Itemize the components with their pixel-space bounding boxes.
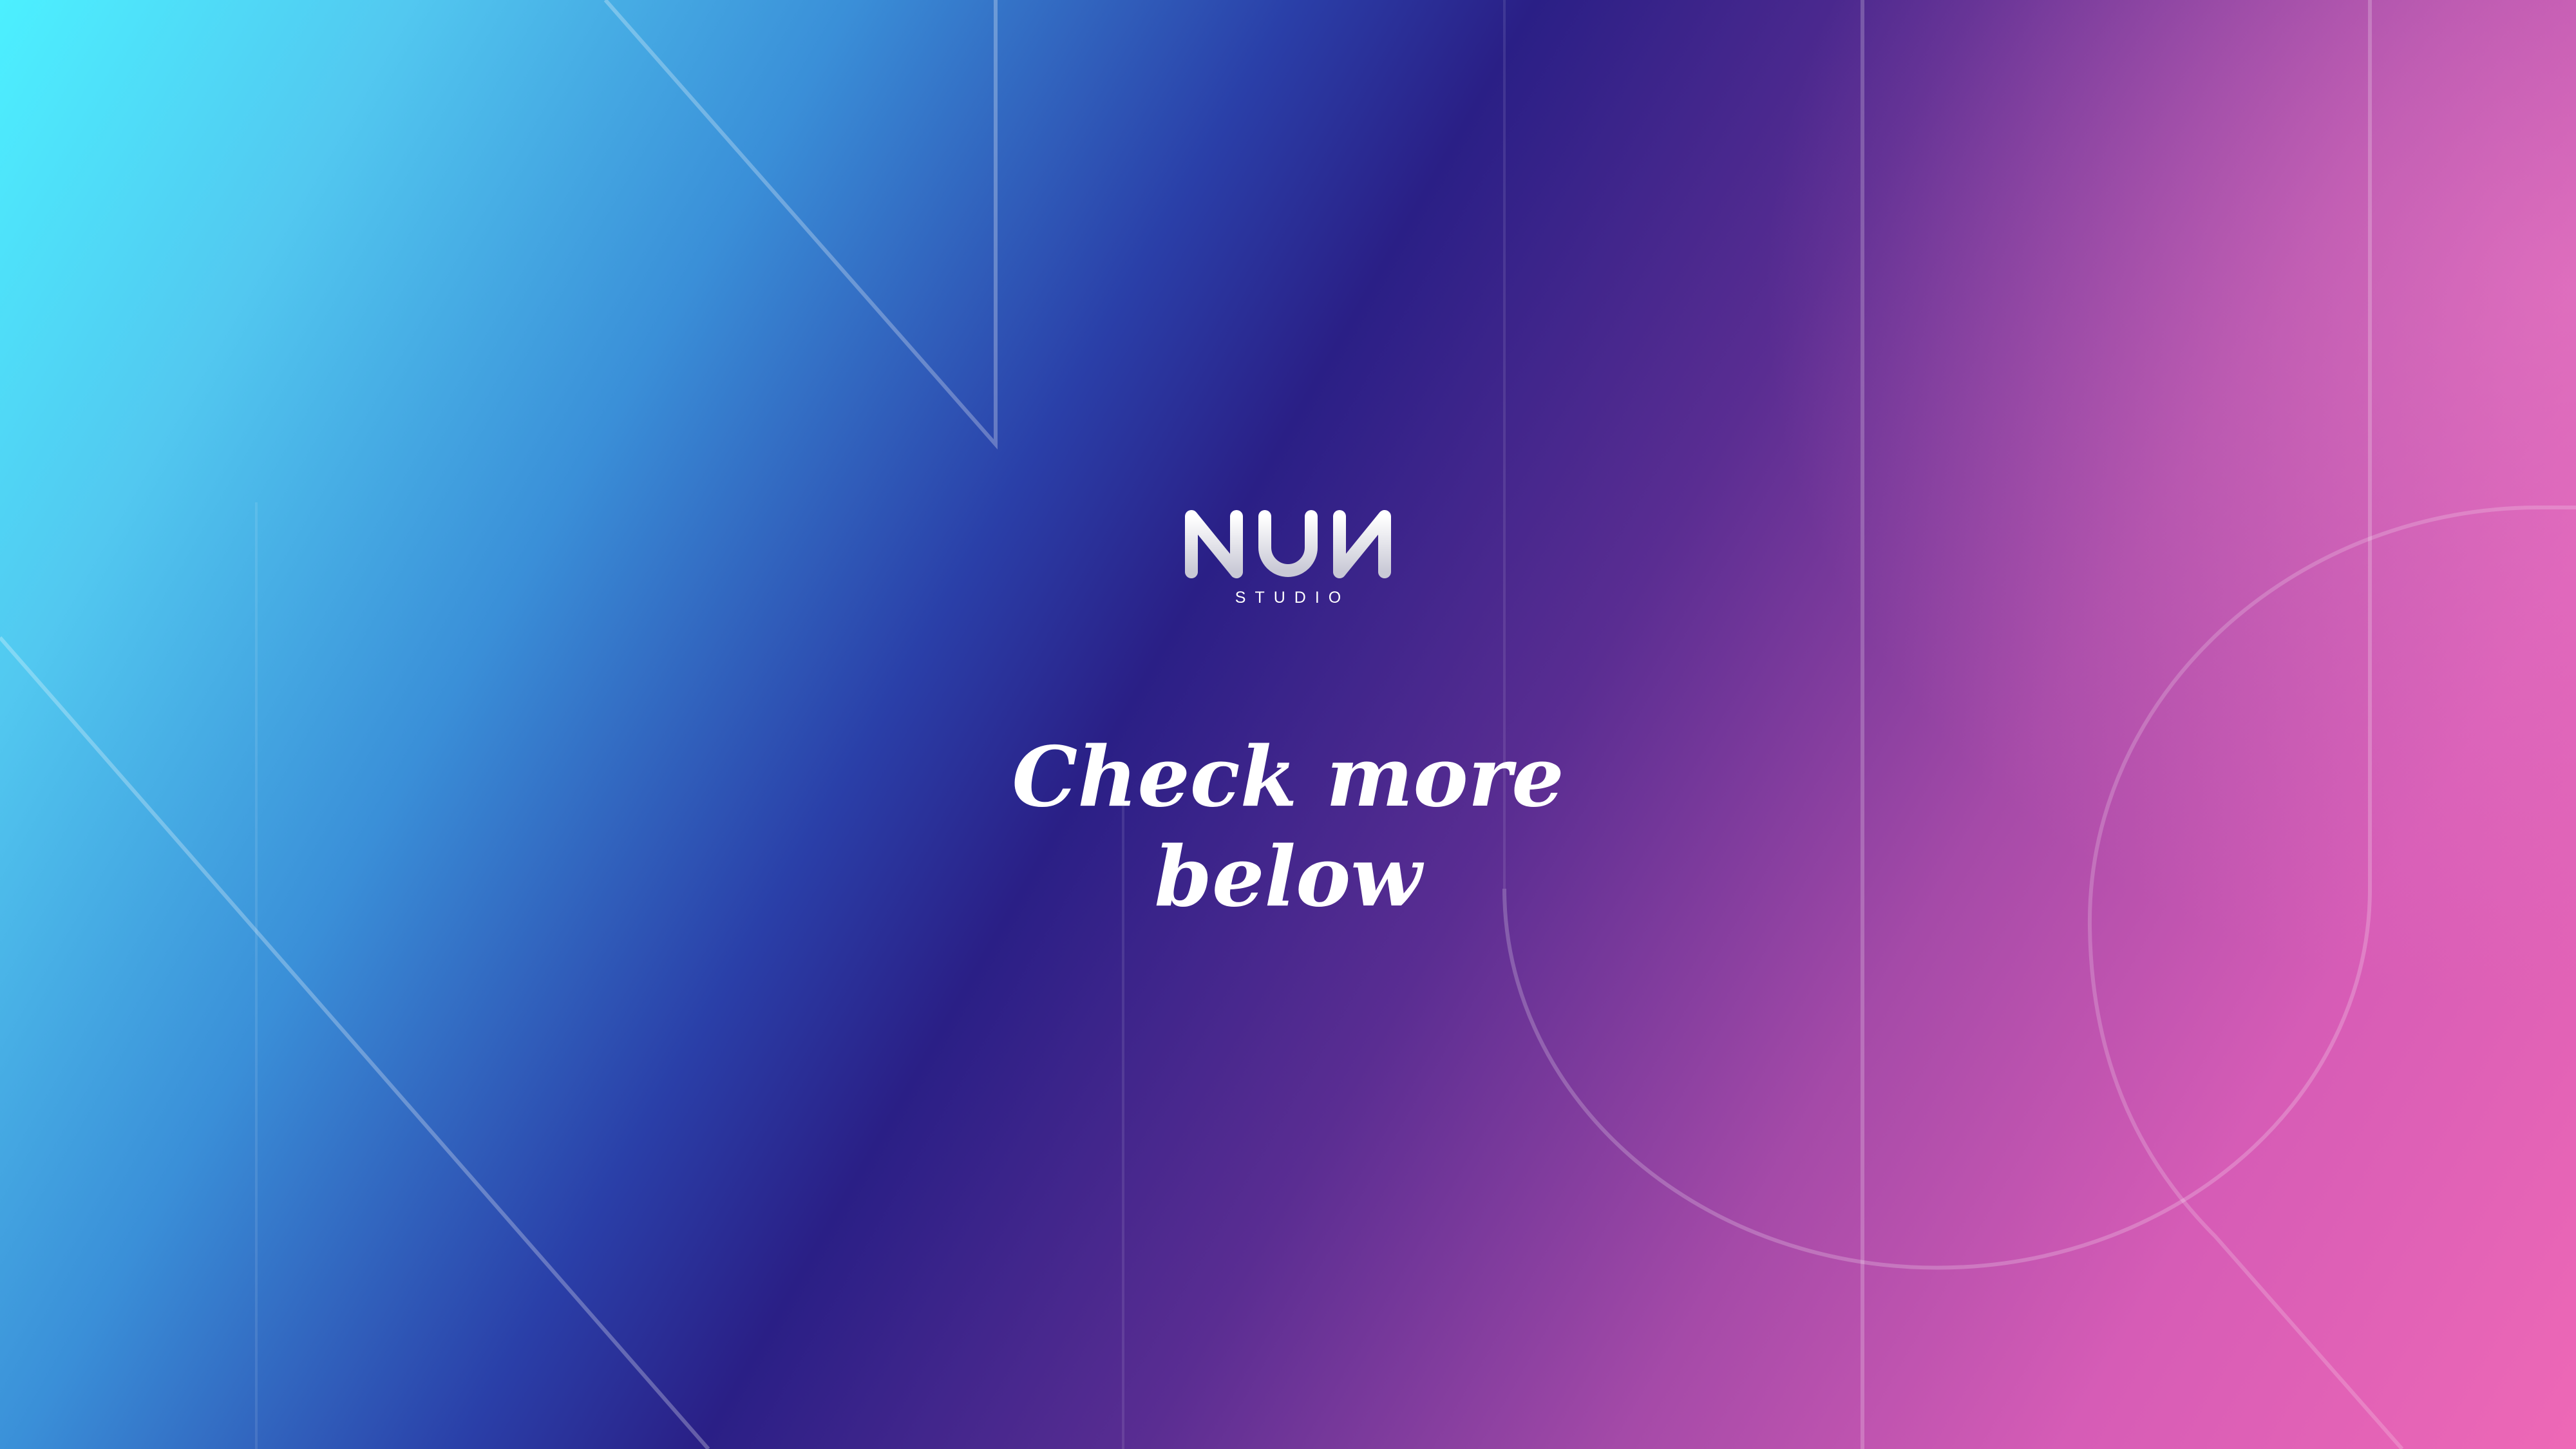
panel-lines	[255, 0, 1506, 1449]
slide-canvas: STUDIO Check more below	[0, 0, 2576, 1449]
letter-u-outline	[1502, 0, 2372, 1449]
brand-logo: STUDIO	[1184, 509, 1392, 607]
background-outline-shapes	[0, 0, 2576, 1449]
headline-line-1: Check more	[1012, 729, 1564, 826]
headline-line-2: below	[1154, 829, 1422, 925]
letter-n-curve-outline	[2087, 506, 2576, 1449]
letter-n-outline	[0, 0, 998, 1449]
headline: Check more below	[966, 728, 1610, 927]
nun-logo-icon	[1185, 510, 1391, 578]
logo-subtitle: STUDIO	[1235, 589, 1350, 607]
